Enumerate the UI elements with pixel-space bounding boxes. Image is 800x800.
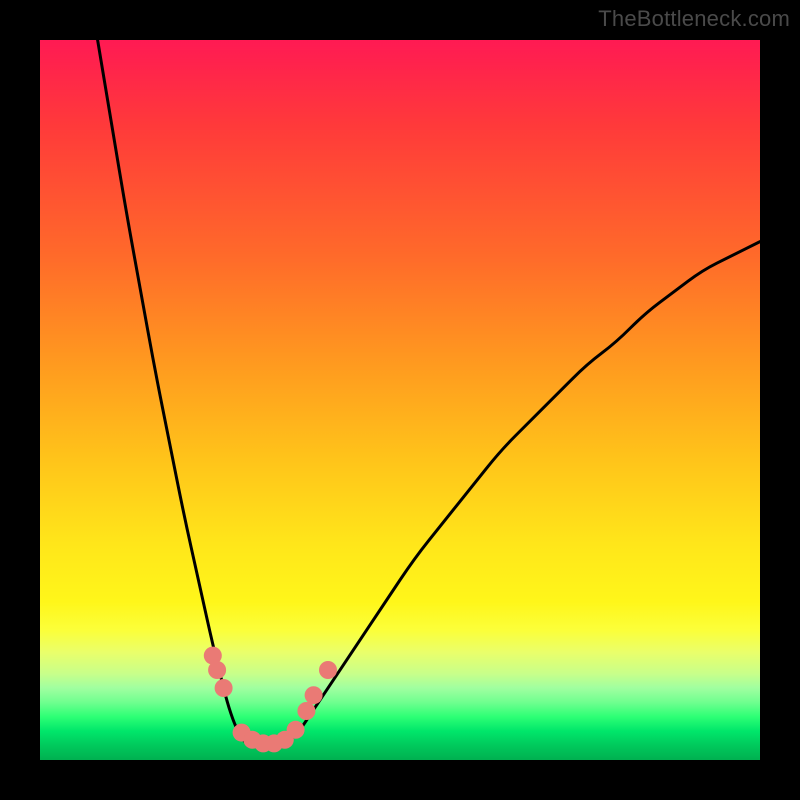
- marker-dot: [208, 661, 226, 679]
- plot-area: [40, 40, 760, 760]
- chart-frame: TheBottleneck.com: [0, 0, 800, 800]
- marker-dot: [305, 686, 323, 704]
- marker-dot: [319, 661, 337, 679]
- marker-dot: [287, 721, 305, 739]
- marker-dot: [215, 679, 233, 697]
- left-curve: [98, 40, 256, 746]
- curves-svg: [40, 40, 760, 760]
- right-curve: [285, 242, 760, 746]
- marker-dot: [297, 702, 315, 720]
- markers-group: [204, 647, 337, 753]
- watermark-text: TheBottleneck.com: [598, 6, 790, 32]
